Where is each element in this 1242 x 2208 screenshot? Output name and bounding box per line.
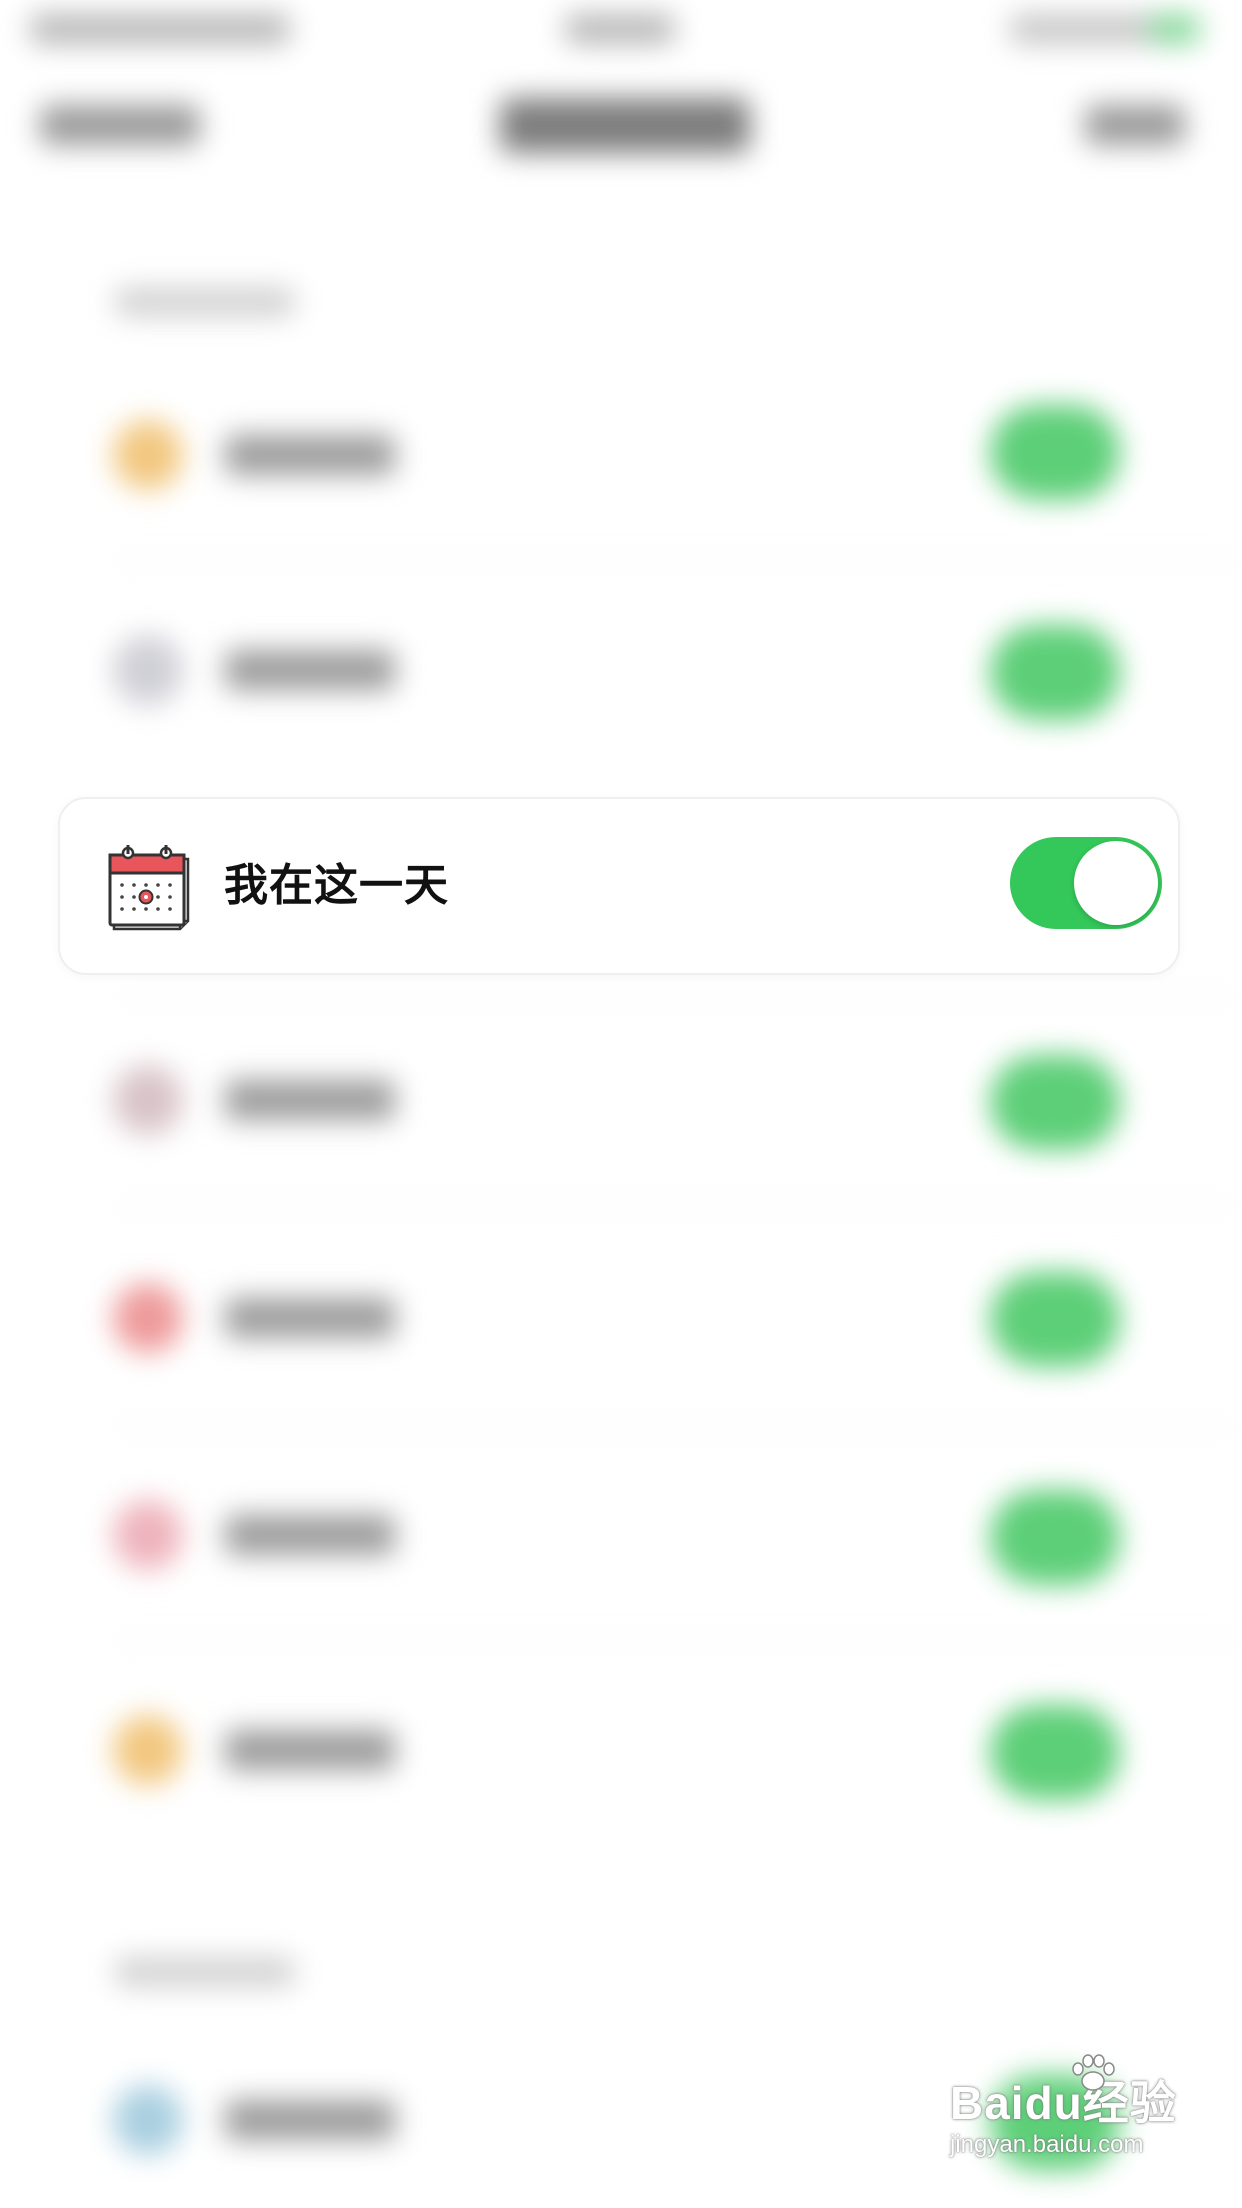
row-divider bbox=[110, 995, 1240, 997]
row-divider bbox=[110, 1425, 1240, 1427]
row-toggle[interactable] bbox=[990, 625, 1120, 720]
row-label bbox=[225, 435, 395, 475]
row-divider bbox=[110, 560, 1240, 562]
status-bar-indicators bbox=[1010, 14, 1170, 44]
row-divider bbox=[110, 1205, 1240, 1207]
section-header bbox=[115, 288, 295, 316]
row-label bbox=[225, 1080, 395, 1120]
row-label bbox=[225, 1298, 395, 1338]
row-label bbox=[225, 2100, 395, 2140]
row-divider bbox=[110, 1640, 1240, 1642]
row-title: 我在这一天 bbox=[224, 860, 449, 911]
row-icon bbox=[113, 1500, 183, 1570]
row-toggle[interactable] bbox=[990, 1490, 1120, 1585]
back-button[interactable] bbox=[40, 105, 200, 145]
page-title bbox=[500, 98, 750, 153]
row-icon bbox=[113, 420, 183, 490]
watermark-url: jingyan.baidu.com bbox=[950, 2131, 1144, 2158]
row-toggle[interactable] bbox=[990, 1272, 1120, 1367]
status-bar-time bbox=[565, 14, 675, 44]
calendar-icon bbox=[106, 841, 196, 933]
battery-icon bbox=[1150, 14, 1200, 44]
blurred-background bbox=[0, 0, 1242, 2208]
status-bar-carrier bbox=[30, 14, 290, 44]
row-toggle[interactable] bbox=[990, 1705, 1120, 1800]
on-this-day-row[interactable]: 我在这一天 bbox=[58, 797, 1180, 975]
nav-right-button[interactable] bbox=[1085, 105, 1185, 145]
row-icon bbox=[113, 1715, 183, 1785]
row-icon bbox=[113, 1283, 183, 1353]
row-icon bbox=[113, 2085, 183, 2155]
baidu-watermark: Baidu经验 jingyan.baidu.com bbox=[950, 2054, 1190, 2159]
paw-icon bbox=[1072, 2054, 1115, 2091]
row-icon bbox=[113, 1065, 183, 1135]
row-label bbox=[225, 1730, 395, 1770]
row-label bbox=[225, 1515, 395, 1555]
row-label bbox=[225, 650, 395, 690]
row-toggle[interactable] bbox=[990, 1055, 1120, 1150]
row-icon bbox=[113, 635, 183, 705]
toggle-knob bbox=[1074, 841, 1158, 925]
section-header bbox=[115, 1958, 295, 1986]
on-this-day-toggle[interactable] bbox=[1010, 837, 1162, 929]
row-toggle[interactable] bbox=[990, 405, 1120, 500]
